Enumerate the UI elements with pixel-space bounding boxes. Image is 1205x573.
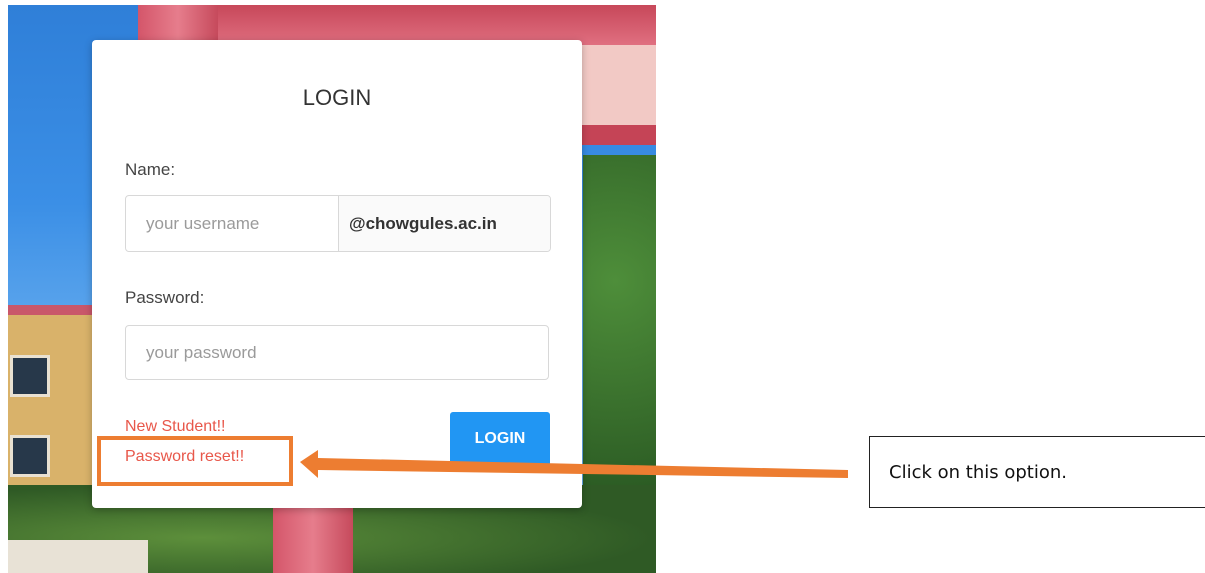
plaque bbox=[8, 540, 148, 573]
login-title: LOGIN bbox=[302, 85, 372, 110]
new-student-link[interactable]: New Student!! bbox=[125, 418, 226, 436]
username-input[interactable] bbox=[126, 196, 338, 251]
building-window bbox=[10, 435, 50, 477]
username-group: @chowgules.ac.in bbox=[125, 195, 551, 252]
callout-box: Click on this option. bbox=[869, 436, 1205, 508]
password-input[interactable] bbox=[125, 325, 549, 380]
callout-text: Click on this option. bbox=[889, 461, 1067, 483]
domain-suffix: @chowgules.ac.in bbox=[338, 196, 550, 251]
arrow-left-icon bbox=[300, 450, 848, 478]
highlight-box bbox=[97, 436, 293, 486]
password-label: Password: bbox=[125, 288, 205, 307]
building-window bbox=[10, 355, 50, 397]
name-label: Name: bbox=[125, 160, 176, 179]
